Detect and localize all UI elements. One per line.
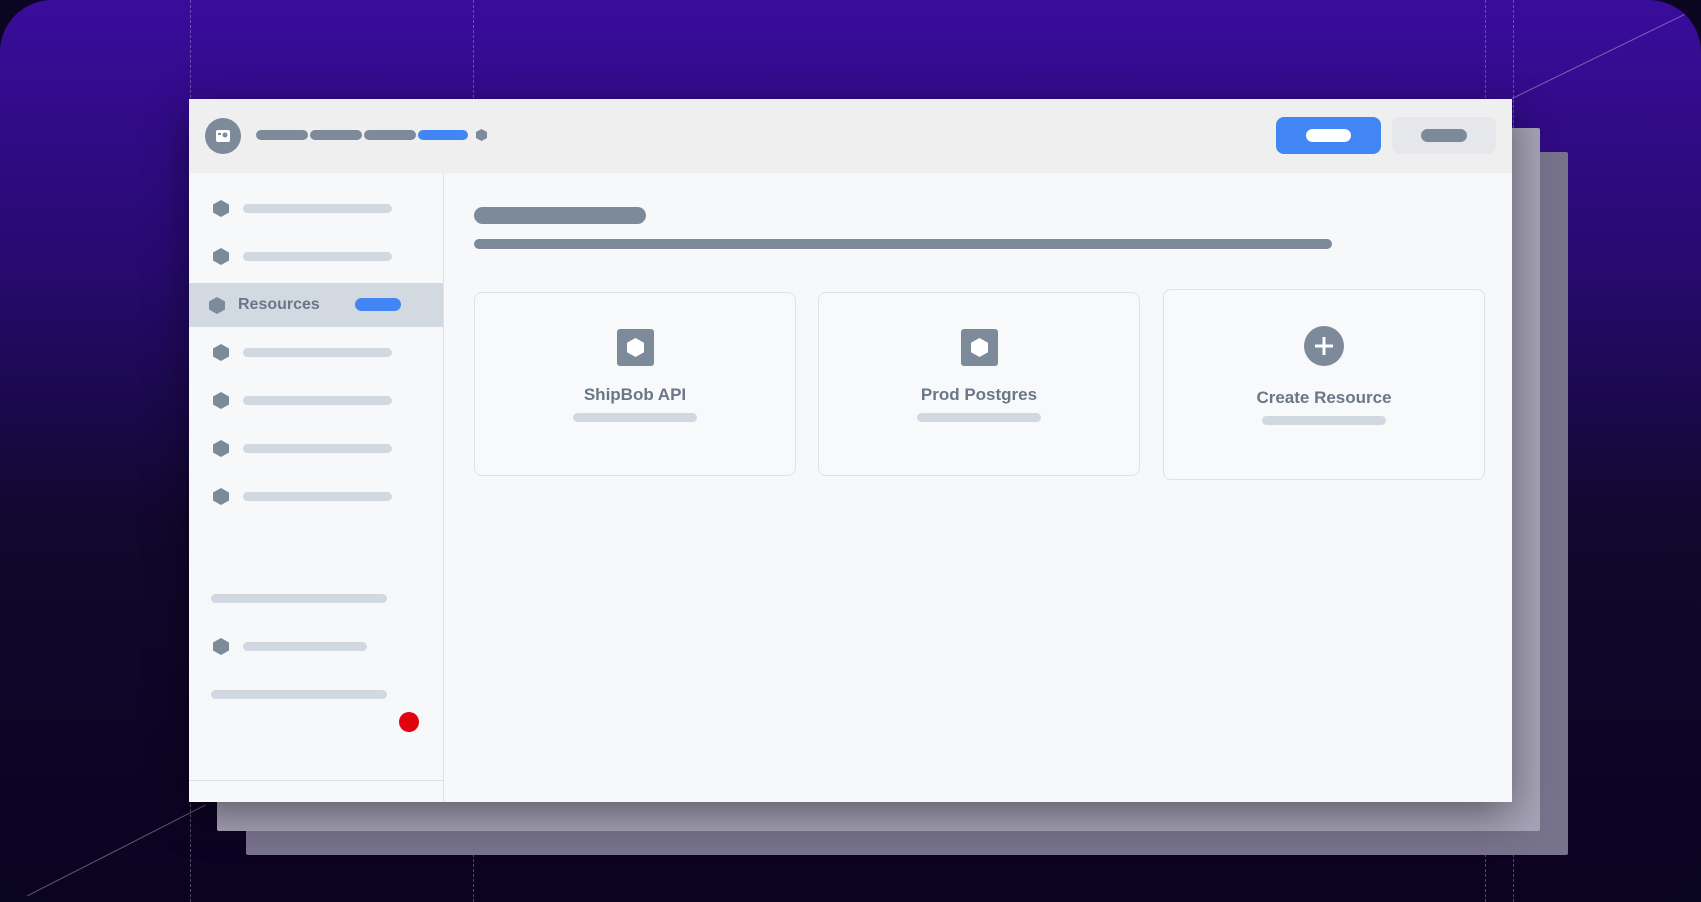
- hexagon-icon: [476, 129, 487, 141]
- sidebar-item[interactable]: [189, 426, 443, 470]
- hexagon-icon: [213, 200, 229, 217]
- hexagon-icon: [209, 297, 225, 314]
- sidebar-item-label-placeholder: [243, 492, 392, 501]
- sidebar-item-label: Resources: [238, 296, 320, 313]
- sidebar-item-with-notification[interactable]: [189, 624, 443, 668]
- sidebar-item-label-placeholder: [243, 204, 392, 213]
- hexagon-icon: [213, 344, 229, 361]
- diagonal-line: [1512, 5, 1701, 99]
- page-title-placeholder: [474, 207, 646, 224]
- resource-icon-tile: [617, 329, 654, 366]
- app-logo[interactable]: [205, 118, 241, 154]
- sidebar-item[interactable]: [189, 186, 443, 230]
- card-subtitle-placeholder: [917, 413, 1041, 422]
- card-subtitle-placeholder: [573, 413, 697, 422]
- breadcrumb-item[interactable]: [310, 130, 362, 140]
- sidebar-item[interactable]: [189, 378, 443, 422]
- card-title: Create Resource: [1256, 388, 1392, 407]
- breadcrumb-item-current[interactable]: [418, 130, 468, 140]
- card-title: ShipBob API: [583, 385, 687, 404]
- app-window: Resources ShipBob API Prod Postgres Crea…: [189, 99, 1512, 802]
- secondary-action-button[interactable]: [1392, 117, 1496, 154]
- background-stage: Resources ShipBob API Prod Postgres Crea…: [0, 0, 1701, 902]
- hexagon-icon: [213, 440, 229, 457]
- resource-card-prod-postgres[interactable]: Prod Postgres: [818, 292, 1140, 476]
- page-description-placeholder: [474, 239, 1332, 249]
- sidebar: Resources: [189, 173, 444, 802]
- app-logo-icon: [216, 130, 230, 142]
- card-subtitle-placeholder: [1262, 416, 1386, 425]
- sidebar-item[interactable]: [189, 330, 443, 374]
- top-bar: [189, 99, 1512, 173]
- primary-action-button[interactable]: [1276, 117, 1381, 154]
- button-label-placeholder: [1421, 129, 1467, 142]
- plus-icon: [1315, 337, 1333, 355]
- sidebar-item-label-placeholder: [243, 252, 392, 261]
- resource-icon-tile: [961, 329, 998, 366]
- hexagon-icon: [627, 338, 644, 357]
- button-label-placeholder: [1306, 129, 1351, 142]
- sidebar-item[interactable]: [189, 234, 443, 278]
- sidebar-item-badge: [355, 298, 401, 311]
- hexagon-icon: [213, 488, 229, 505]
- breadcrumb-item[interactable]: [256, 130, 308, 140]
- resource-card-shipbob-api[interactable]: ShipBob API: [474, 292, 796, 476]
- sidebar-item-label-placeholder: [243, 642, 367, 651]
- plus-circle-icon: [1304, 326, 1344, 366]
- sidebar-item-label-placeholder: [243, 444, 392, 453]
- sidebar-section-heading-placeholder: [211, 594, 387, 603]
- hexagon-icon: [213, 392, 229, 409]
- sidebar-item-resources[interactable]: Resources: [189, 283, 443, 327]
- hexagon-icon: [213, 638, 229, 655]
- card-title: Prod Postgres: [920, 385, 1038, 404]
- sidebar-item-label-placeholder: [243, 396, 392, 405]
- notification-dot: [399, 712, 419, 732]
- hexagon-icon: [971, 338, 988, 357]
- create-resource-card[interactable]: Create Resource: [1163, 289, 1485, 480]
- sidebar-text-placeholder: [211, 690, 387, 699]
- breadcrumb-item[interactable]: [364, 130, 416, 140]
- sidebar-item[interactable]: [189, 474, 443, 518]
- sidebar-divider: [189, 780, 443, 781]
- diagonal-line: [18, 804, 206, 901]
- sidebar-item-label-placeholder: [243, 348, 392, 357]
- hexagon-icon: [213, 248, 229, 265]
